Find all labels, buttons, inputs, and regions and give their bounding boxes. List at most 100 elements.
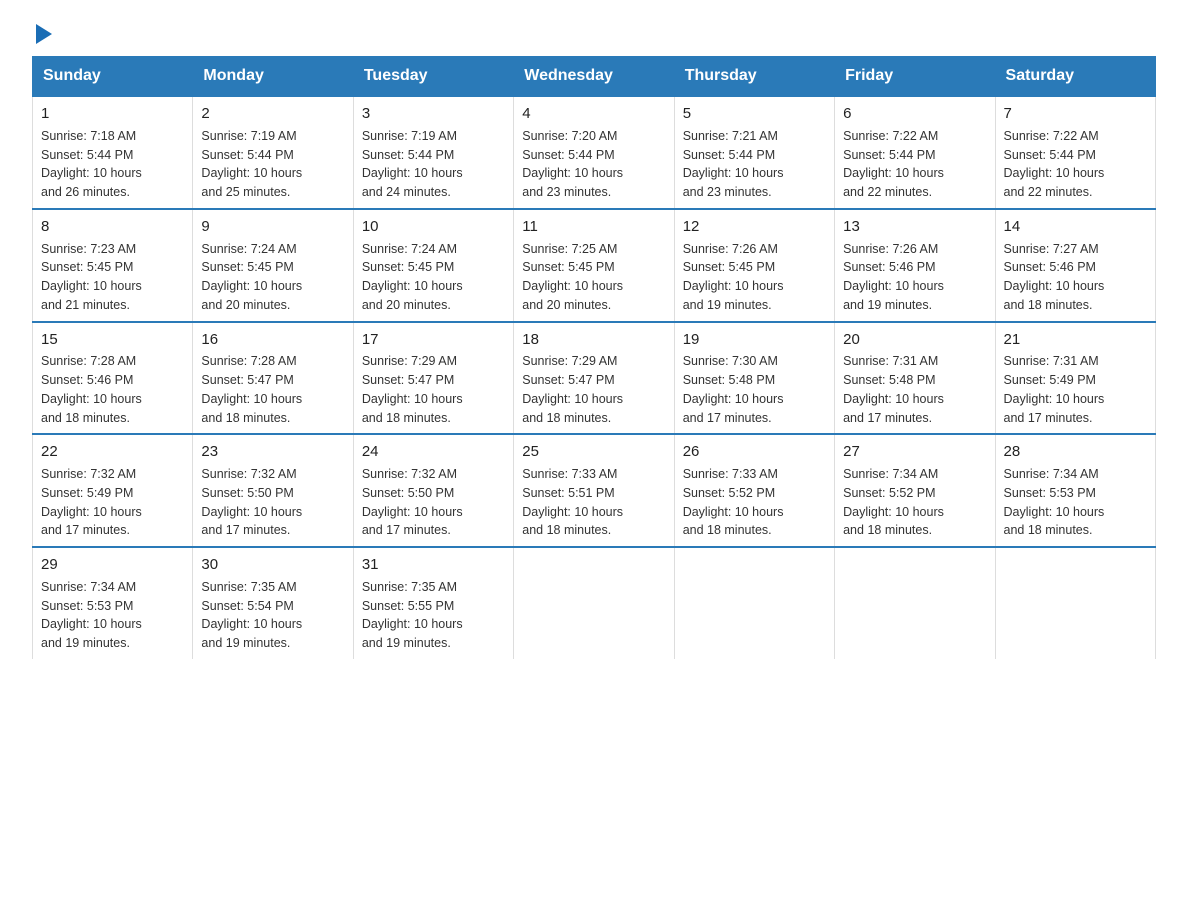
calendar-week-row: 22 Sunrise: 7:32 AMSunset: 5:49 PMDaylig… bbox=[33, 434, 1156, 547]
day-number: 19 bbox=[683, 329, 826, 351]
calendar-cell: 16 Sunrise: 7:28 AMSunset: 5:47 PMDaylig… bbox=[193, 322, 353, 435]
day-number: 28 bbox=[1004, 441, 1147, 463]
day-info: Sunrise: 7:28 AMSunset: 5:46 PMDaylight:… bbox=[41, 352, 184, 427]
day-info: Sunrise: 7:18 AMSunset: 5:44 PMDaylight:… bbox=[41, 127, 184, 202]
day-info: Sunrise: 7:34 AMSunset: 5:52 PMDaylight:… bbox=[843, 465, 986, 540]
day-info: Sunrise: 7:33 AMSunset: 5:51 PMDaylight:… bbox=[522, 465, 665, 540]
calendar-cell: 23 Sunrise: 7:32 AMSunset: 5:50 PMDaylig… bbox=[193, 434, 353, 547]
day-number: 27 bbox=[843, 441, 986, 463]
calendar-cell: 9 Sunrise: 7:24 AMSunset: 5:45 PMDayligh… bbox=[193, 209, 353, 322]
calendar-cell bbox=[514, 547, 674, 659]
day-number: 30 bbox=[201, 554, 344, 576]
day-number: 22 bbox=[41, 441, 184, 463]
day-number: 5 bbox=[683, 103, 826, 125]
calendar-cell: 26 Sunrise: 7:33 AMSunset: 5:52 PMDaylig… bbox=[674, 434, 834, 547]
calendar-cell: 14 Sunrise: 7:27 AMSunset: 5:46 PMDaylig… bbox=[995, 209, 1155, 322]
day-number: 17 bbox=[362, 329, 505, 351]
day-info: Sunrise: 7:27 AMSunset: 5:46 PMDaylight:… bbox=[1004, 240, 1147, 315]
calendar-cell: 27 Sunrise: 7:34 AMSunset: 5:52 PMDaylig… bbox=[835, 434, 995, 547]
day-info: Sunrise: 7:29 AMSunset: 5:47 PMDaylight:… bbox=[362, 352, 505, 427]
calendar-day-header: Thursday bbox=[674, 57, 834, 97]
calendar-cell: 13 Sunrise: 7:26 AMSunset: 5:46 PMDaylig… bbox=[835, 209, 995, 322]
day-info: Sunrise: 7:30 AMSunset: 5:48 PMDaylight:… bbox=[683, 352, 826, 427]
day-info: Sunrise: 7:21 AMSunset: 5:44 PMDaylight:… bbox=[683, 127, 826, 202]
calendar-day-header: Wednesday bbox=[514, 57, 674, 97]
day-info: Sunrise: 7:26 AMSunset: 5:45 PMDaylight:… bbox=[683, 240, 826, 315]
calendar-cell: 17 Sunrise: 7:29 AMSunset: 5:47 PMDaylig… bbox=[353, 322, 513, 435]
day-number: 10 bbox=[362, 216, 505, 238]
day-number: 12 bbox=[683, 216, 826, 238]
calendar-day-header: Sunday bbox=[33, 57, 193, 97]
calendar-week-row: 1 Sunrise: 7:18 AMSunset: 5:44 PMDayligh… bbox=[33, 96, 1156, 209]
calendar-table: SundayMondayTuesdayWednesdayThursdayFrid… bbox=[32, 56, 1156, 659]
calendar-cell: 28 Sunrise: 7:34 AMSunset: 5:53 PMDaylig… bbox=[995, 434, 1155, 547]
calendar-cell: 20 Sunrise: 7:31 AMSunset: 5:48 PMDaylig… bbox=[835, 322, 995, 435]
calendar-cell: 2 Sunrise: 7:19 AMSunset: 5:44 PMDayligh… bbox=[193, 96, 353, 209]
day-info: Sunrise: 7:32 AMSunset: 5:50 PMDaylight:… bbox=[362, 465, 505, 540]
calendar-cell: 30 Sunrise: 7:35 AMSunset: 5:54 PMDaylig… bbox=[193, 547, 353, 659]
calendar-cell: 18 Sunrise: 7:29 AMSunset: 5:47 PMDaylig… bbox=[514, 322, 674, 435]
day-number: 3 bbox=[362, 103, 505, 125]
calendar-day-header: Tuesday bbox=[353, 57, 513, 97]
day-info: Sunrise: 7:22 AMSunset: 5:44 PMDaylight:… bbox=[843, 127, 986, 202]
calendar-cell: 31 Sunrise: 7:35 AMSunset: 5:55 PMDaylig… bbox=[353, 547, 513, 659]
day-number: 4 bbox=[522, 103, 665, 125]
day-info: Sunrise: 7:24 AMSunset: 5:45 PMDaylight:… bbox=[362, 240, 505, 315]
calendar-day-header: Saturday bbox=[995, 57, 1155, 97]
calendar-day-header: Monday bbox=[193, 57, 353, 97]
day-info: Sunrise: 7:31 AMSunset: 5:49 PMDaylight:… bbox=[1004, 352, 1147, 427]
calendar-cell: 1 Sunrise: 7:18 AMSunset: 5:44 PMDayligh… bbox=[33, 96, 193, 209]
logo-line1 bbox=[32, 24, 52, 44]
calendar-cell: 29 Sunrise: 7:34 AMSunset: 5:53 PMDaylig… bbox=[33, 547, 193, 659]
calendar-cell: 4 Sunrise: 7:20 AMSunset: 5:44 PMDayligh… bbox=[514, 96, 674, 209]
day-number: 14 bbox=[1004, 216, 1147, 238]
calendar-cell: 5 Sunrise: 7:21 AMSunset: 5:44 PMDayligh… bbox=[674, 96, 834, 209]
day-info: Sunrise: 7:29 AMSunset: 5:47 PMDaylight:… bbox=[522, 352, 665, 427]
day-number: 24 bbox=[362, 441, 505, 463]
calendar-cell bbox=[835, 547, 995, 659]
day-number: 6 bbox=[843, 103, 986, 125]
day-info: Sunrise: 7:32 AMSunset: 5:49 PMDaylight:… bbox=[41, 465, 184, 540]
day-info: Sunrise: 7:19 AMSunset: 5:44 PMDaylight:… bbox=[362, 127, 505, 202]
day-number: 1 bbox=[41, 103, 184, 125]
day-info: Sunrise: 7:24 AMSunset: 5:45 PMDaylight:… bbox=[201, 240, 344, 315]
calendar-cell: 15 Sunrise: 7:28 AMSunset: 5:46 PMDaylig… bbox=[33, 322, 193, 435]
calendar-header-row: SundayMondayTuesdayWednesdayThursdayFrid… bbox=[33, 57, 1156, 97]
calendar-cell: 10 Sunrise: 7:24 AMSunset: 5:45 PMDaylig… bbox=[353, 209, 513, 322]
day-info: Sunrise: 7:33 AMSunset: 5:52 PMDaylight:… bbox=[683, 465, 826, 540]
calendar-cell: 11 Sunrise: 7:25 AMSunset: 5:45 PMDaylig… bbox=[514, 209, 674, 322]
day-number: 26 bbox=[683, 441, 826, 463]
day-info: Sunrise: 7:35 AMSunset: 5:55 PMDaylight:… bbox=[362, 578, 505, 653]
day-number: 23 bbox=[201, 441, 344, 463]
day-number: 31 bbox=[362, 554, 505, 576]
calendar-cell: 25 Sunrise: 7:33 AMSunset: 5:51 PMDaylig… bbox=[514, 434, 674, 547]
day-info: Sunrise: 7:23 AMSunset: 5:45 PMDaylight:… bbox=[41, 240, 184, 315]
day-info: Sunrise: 7:32 AMSunset: 5:50 PMDaylight:… bbox=[201, 465, 344, 540]
calendar-cell: 19 Sunrise: 7:30 AMSunset: 5:48 PMDaylig… bbox=[674, 322, 834, 435]
day-number: 15 bbox=[41, 329, 184, 351]
calendar-cell bbox=[995, 547, 1155, 659]
calendar-day-header: Friday bbox=[835, 57, 995, 97]
day-number: 18 bbox=[522, 329, 665, 351]
day-number: 8 bbox=[41, 216, 184, 238]
day-info: Sunrise: 7:34 AMSunset: 5:53 PMDaylight:… bbox=[1004, 465, 1147, 540]
day-info: Sunrise: 7:35 AMSunset: 5:54 PMDaylight:… bbox=[201, 578, 344, 653]
calendar-cell: 12 Sunrise: 7:26 AMSunset: 5:45 PMDaylig… bbox=[674, 209, 834, 322]
day-info: Sunrise: 7:26 AMSunset: 5:46 PMDaylight:… bbox=[843, 240, 986, 315]
day-number: 29 bbox=[41, 554, 184, 576]
page-header bbox=[32, 24, 1156, 40]
day-number: 21 bbox=[1004, 329, 1147, 351]
day-number: 2 bbox=[201, 103, 344, 125]
day-info: Sunrise: 7:34 AMSunset: 5:53 PMDaylight:… bbox=[41, 578, 184, 653]
day-number: 7 bbox=[1004, 103, 1147, 125]
calendar-week-row: 15 Sunrise: 7:28 AMSunset: 5:46 PMDaylig… bbox=[33, 322, 1156, 435]
calendar-cell: 22 Sunrise: 7:32 AMSunset: 5:49 PMDaylig… bbox=[33, 434, 193, 547]
calendar-cell: 6 Sunrise: 7:22 AMSunset: 5:44 PMDayligh… bbox=[835, 96, 995, 209]
calendar-cell: 7 Sunrise: 7:22 AMSunset: 5:44 PMDayligh… bbox=[995, 96, 1155, 209]
day-info: Sunrise: 7:28 AMSunset: 5:47 PMDaylight:… bbox=[201, 352, 344, 427]
day-number: 11 bbox=[522, 216, 665, 238]
calendar-cell: 21 Sunrise: 7:31 AMSunset: 5:49 PMDaylig… bbox=[995, 322, 1155, 435]
calendar-cell: 3 Sunrise: 7:19 AMSunset: 5:44 PMDayligh… bbox=[353, 96, 513, 209]
calendar-cell bbox=[674, 547, 834, 659]
calendar-week-row: 29 Sunrise: 7:34 AMSunset: 5:53 PMDaylig… bbox=[33, 547, 1156, 659]
